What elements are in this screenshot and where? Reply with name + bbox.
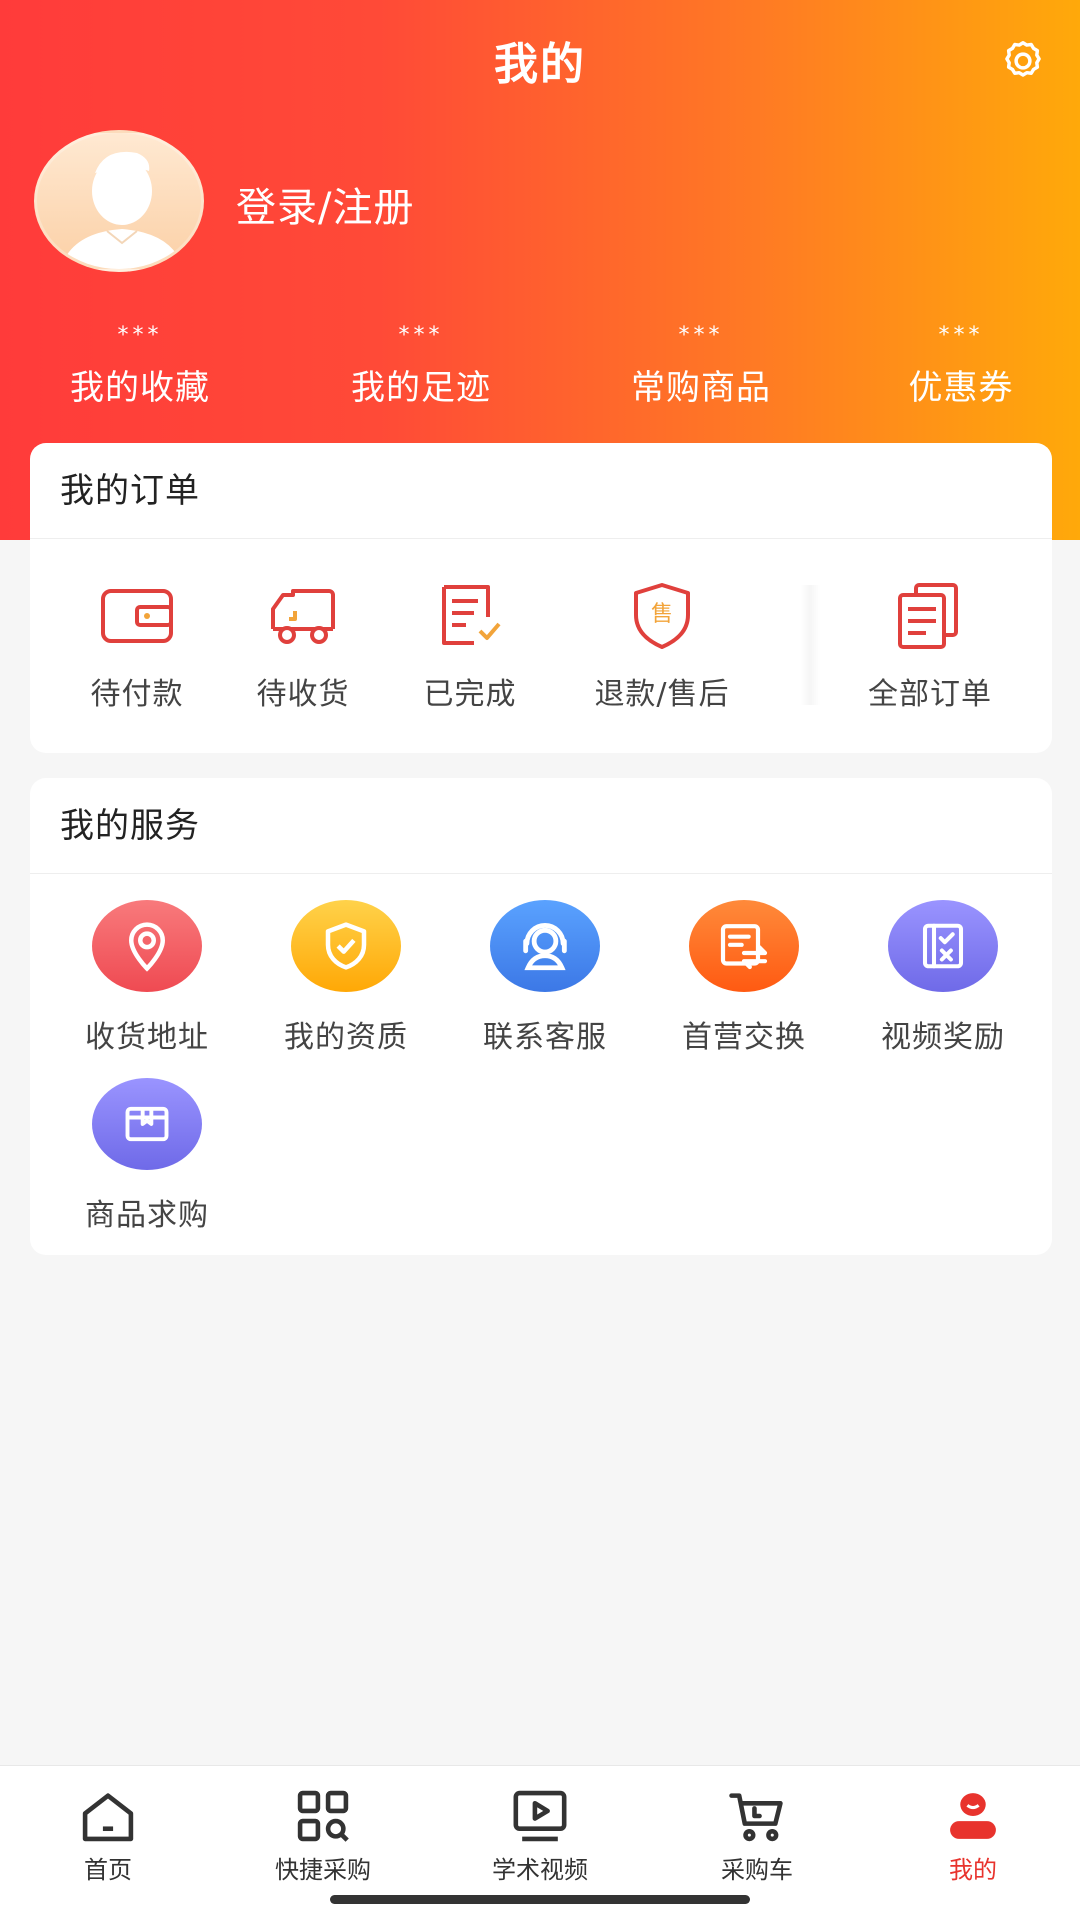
cart-icon: [729, 1793, 783, 1842]
gear-icon[interactable]: [1000, 38, 1046, 84]
exchange-icon: [720, 924, 768, 970]
home-indicator[interactable]: [330, 1895, 750, 1904]
stat-footprints[interactable]: *** 我的足迹: [311, 322, 531, 409]
profile-page: 我的 登录/注册 *** 我的收藏 *** 我的足迹 *** 常购商品 *** …: [0, 0, 1080, 1920]
service-label: 联系客服: [483, 1020, 607, 1055]
stat-value: ***: [117, 323, 163, 348]
avatar[interactable]: [34, 130, 204, 272]
my-orders-card: 我的订单 待付款 待收货 已完成 售 退款/售后 全部订单: [30, 443, 1052, 753]
wallet-icon: [101, 589, 173, 643]
tab-home[interactable]: 首页: [23, 1788, 193, 1885]
checklist-icon: [922, 923, 964, 969]
orders-card-title: 我的订单: [30, 443, 1052, 539]
order-label: 待付款: [90, 677, 184, 712]
stat-label: 我的收藏: [70, 368, 210, 408]
stat-label: 常购商品: [631, 368, 771, 408]
stat-frequent-products[interactable]: *** 常购商品: [591, 322, 811, 409]
tab-label: 首页: [84, 1856, 132, 1884]
stat-label: 优惠券: [908, 368, 1014, 408]
service-contact-support[interactable]: 联系客服: [455, 900, 635, 1056]
service-my-qualifications[interactable]: 我的资质: [256, 900, 436, 1056]
order-label: 退款/售后: [594, 677, 730, 712]
home-icon: [82, 1793, 134, 1842]
svg-text:售: 售: [651, 602, 673, 627]
login-register-link[interactable]: 登录/注册: [236, 175, 414, 233]
tab-quick-purchase[interactable]: 快捷采购: [238, 1788, 408, 1885]
stats-row: *** 我的收藏 *** 我的足迹 *** 常购商品 *** 优惠券: [0, 322, 1080, 412]
order-label: 已完成: [423, 677, 517, 712]
service-label: 收货地址: [85, 1020, 209, 1055]
orders-divider-shadow: [800, 585, 820, 705]
service-video-rewards[interactable]: 视频奖励: [853, 900, 1033, 1056]
stat-value: ***: [398, 323, 444, 348]
tab-label: 我的: [949, 1856, 997, 1884]
order-pending-payment[interactable]: 待付款: [72, 581, 202, 713]
services-card-title: 我的服务: [30, 778, 1052, 874]
service-product-request[interactable]: 商品求购: [57, 1078, 237, 1234]
profile-icon: [950, 1793, 996, 1839]
tab-label: 学术视频: [492, 1856, 588, 1884]
service-first-business-exchange[interactable]: 首营交换: [654, 900, 834, 1056]
order-completed[interactable]: 已完成: [405, 581, 535, 713]
after-sale-shield-icon: 售: [634, 583, 690, 649]
order-refund-after-sale[interactable]: 售 退款/售后: [582, 581, 742, 713]
shield-check-icon: [325, 922, 367, 970]
order-label: 全部订单: [868, 677, 992, 712]
box-icon: [125, 1106, 169, 1142]
order-pending-receipt[interactable]: 待收货: [238, 581, 368, 713]
all-orders-icon: [898, 583, 958, 649]
order-label: 待收货: [256, 677, 350, 712]
customer-service-icon: [523, 923, 567, 971]
stat-coupons[interactable]: *** 优惠券: [851, 322, 1071, 409]
tab-academic-video[interactable]: 学术视频: [455, 1788, 625, 1885]
location-pin-icon: [128, 922, 166, 972]
tab-my-profile[interactable]: 我的: [888, 1788, 1058, 1885]
completed-doc-icon: [442, 585, 501, 645]
service-label: 视频奖励: [881, 1020, 1005, 1055]
order-all[interactable]: 全部订单: [850, 581, 1010, 713]
qr-scan-icon: [297, 1790, 349, 1842]
page-title: 我的: [494, 39, 586, 90]
tab-label: 采购车: [721, 1856, 793, 1884]
tab-purchase-cart[interactable]: 采购车: [672, 1788, 842, 1885]
stat-label: 我的足迹: [351, 368, 491, 408]
service-shipping-address[interactable]: 收货地址: [57, 900, 237, 1056]
service-label: 我的资质: [284, 1020, 408, 1055]
service-label: 首营交换: [682, 1020, 806, 1055]
truck-icon: [271, 589, 335, 644]
stat-favorites[interactable]: *** 我的收藏: [30, 322, 250, 409]
video-play-icon: [513, 1790, 567, 1842]
my-services-card: 我的服务 收货地址 我的资质 联系客服 首营交换 视频奖励 商品求购: [30, 778, 1052, 1255]
default-avatar-icon: [60, 151, 184, 269]
tab-label: 快捷采购: [275, 1856, 371, 1884]
service-label: 商品求购: [85, 1198, 209, 1233]
stat-value: ***: [938, 323, 984, 348]
stat-value: ***: [678, 323, 724, 348]
